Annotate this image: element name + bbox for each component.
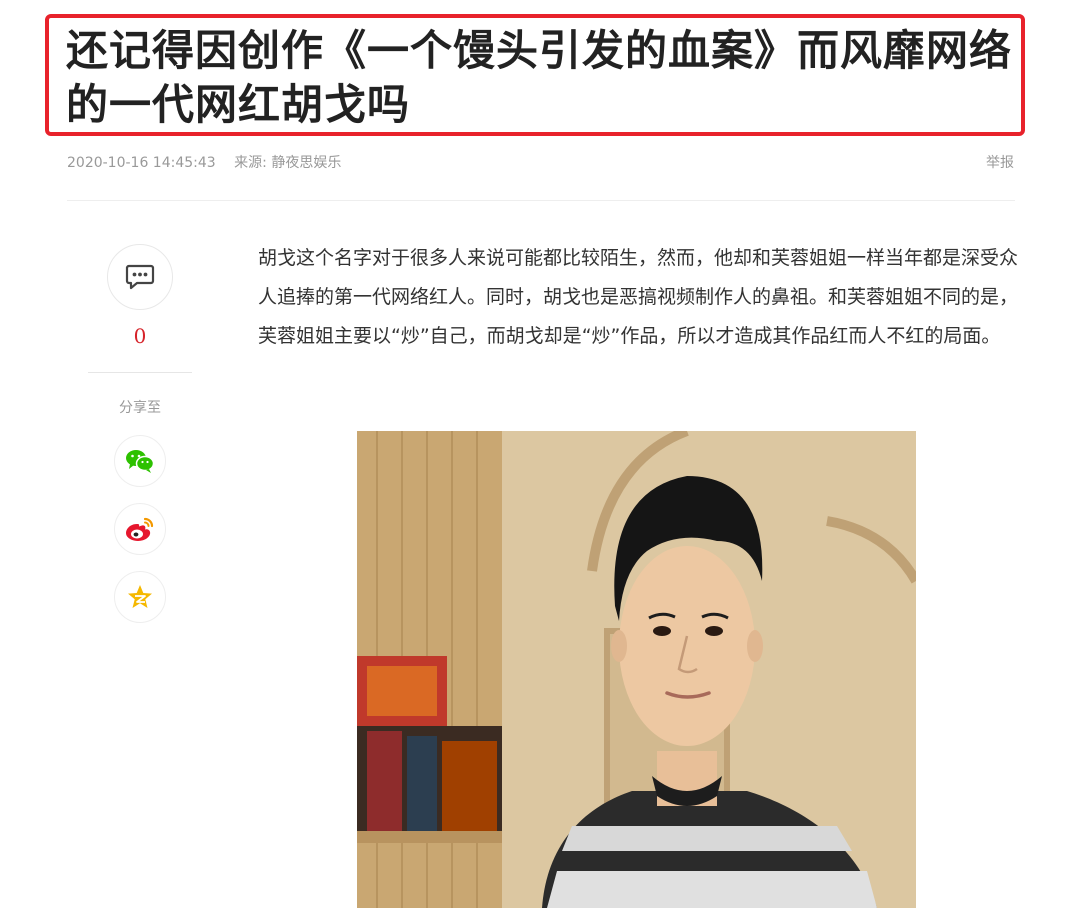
qzone-icon — [128, 585, 152, 608]
weibo-icon — [126, 517, 154, 541]
wechat-icon — [126, 450, 155, 473]
article-title: 还记得因创作《一个馒头引发的血案》而风靡网络的一代网红胡戈吗 — [66, 26, 1013, 129]
article-meta: 2020-10-16 14:45:43 来源: 静夜思娱乐 — [67, 152, 355, 172]
comment-count[interactable]: 0 — [88, 324, 192, 348]
meta-divider — [67, 200, 1015, 201]
comment-button[interactable] — [107, 244, 173, 310]
publish-date: 2020-10-16 14:45:43 — [67, 155, 216, 171]
article-photo — [357, 431, 916, 908]
article-source[interactable]: 来源: 静夜思娱乐 — [234, 155, 341, 171]
comment-icon — [125, 264, 155, 290]
side-toolbar: 0 分享至 — [88, 244, 192, 639]
article-paragraph: 胡戈这个名字对于很多人来说可能都比较陌生，然而，他却和芙蓉姐姐一样当年都是深受众… — [258, 247, 1019, 347]
report-link[interactable]: 举报 — [986, 152, 1014, 172]
share-qzone-button[interactable] — [114, 571, 166, 623]
share-label: 分享至 — [119, 400, 161, 416]
share-weibo-button[interactable] — [114, 503, 166, 555]
share-wechat-button[interactable] — [114, 435, 166, 487]
sidebar-divider — [88, 372, 192, 373]
